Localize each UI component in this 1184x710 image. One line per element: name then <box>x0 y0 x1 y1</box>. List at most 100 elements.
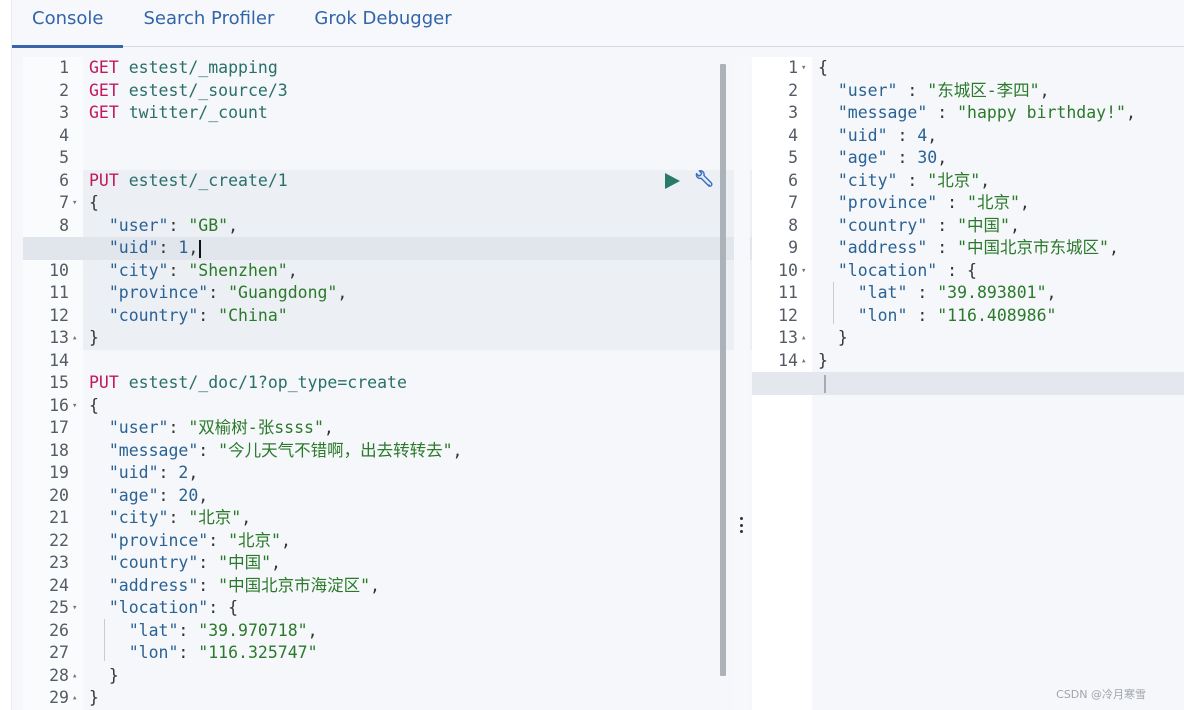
fold-close-icon[interactable]: ▴ <box>801 327 806 350</box>
line-number: 12 <box>778 305 798 325</box>
tab-search-profiler[interactable]: Search Profiler <box>123 0 294 47</box>
token-punc: : <box>897 80 928 100</box>
token-key: "lat" <box>857 283 908 302</box>
code-line <box>812 372 1184 395</box>
code-line: "province": "Guangdong", <box>83 282 732 305</box>
token-key: "province" <box>108 530 209 550</box>
token-punc: , <box>927 125 938 145</box>
token-str: "北京" <box>228 530 281 550</box>
token-str: "中国北京市东城区" <box>957 238 1109 257</box>
token-str: "北京" <box>967 193 1020 212</box>
fold-close-icon[interactable]: ▴ <box>72 327 77 350</box>
token-key: "uid" <box>108 238 159 257</box>
token-punc: , <box>1039 80 1050 100</box>
code-line: "age": 20, <box>83 485 732 508</box>
line-number: 3 <box>788 103 798 122</box>
token-punc <box>89 306 109 325</box>
token-punc: : { <box>208 598 239 617</box>
token-punc <box>89 531 109 550</box>
token-num: 1 <box>178 238 189 257</box>
token-str: "东城区-李四" <box>927 80 1040 100</box>
text-cursor <box>824 374 826 393</box>
code-line: "address" : "中国北京市东城区", <box>812 237 1184 260</box>
token-punc <box>89 486 109 505</box>
token-str: "双榆树-张ssss" <box>188 418 324 437</box>
token-punc: : <box>178 620 199 640</box>
code-line: "lon" : "116.408986" <box>812 305 1184 328</box>
tab-console[interactable]: Console <box>12 0 124 48</box>
token-punc <box>818 283 858 302</box>
line-number: 8 <box>59 215 69 235</box>
line-number: 8 <box>788 215 798 235</box>
code-line: } <box>812 350 1184 373</box>
token-str: "116.325747" <box>198 643 318 662</box>
token-punc: , <box>980 170 991 190</box>
fold-open-icon[interactable]: ▾ <box>72 597 77 620</box>
panel-resizer[interactable] <box>734 57 750 710</box>
token-kw: GET <box>89 58 119 77</box>
token-str: "39.893801" <box>937 283 1047 302</box>
token-punc <box>89 418 109 437</box>
request-code-area[interactable]: GET estest/_mapping GET estest/_source/3 G… <box>23 57 776 710</box>
request-scrollbar[interactable] <box>720 64 726 676</box>
fold-close-icon[interactable]: ▴ <box>72 687 77 710</box>
token-num: 20 <box>178 485 199 505</box>
token-key: "location" <box>108 598 209 617</box>
token-punc <box>818 238 838 257</box>
code-line: } <box>83 687 732 710</box>
token-kw: GET <box>89 103 119 122</box>
code-line: "lat" : "39.893801", <box>812 282 1184 305</box>
tab-grok-debugger[interactable]: Grok Debugger <box>294 0 471 47</box>
code-line: "city" : "北京", <box>812 170 1184 193</box>
code-line: "lon": "116.325747" <box>83 642 732 665</box>
fold-close-icon[interactable]: ▴ <box>72 665 77 688</box>
token-kw: PUT <box>89 373 119 392</box>
token-str: "中国" <box>218 553 272 572</box>
line-number: 1 <box>788 58 798 77</box>
token-punc <box>818 171 838 190</box>
token-punc: : <box>208 530 229 550</box>
token-str: "Shenzhen" <box>188 260 288 280</box>
token-path: twitter/_count <box>118 103 268 122</box>
line-number: 4 <box>788 125 798 145</box>
token-str: "中国北京市海淀区" <box>218 575 371 595</box>
token-str: "GB" <box>188 215 229 235</box>
fold-open-icon[interactable]: ▾ <box>72 192 77 215</box>
code-line: "country": "中国", <box>83 552 732 575</box>
fold-close-icon[interactable]: ▴ <box>801 350 806 373</box>
token-punc: , <box>1108 238 1119 257</box>
token-punc: , <box>937 148 948 167</box>
token-key: "user" <box>837 80 898 100</box>
token-punc: : <box>198 440 219 460</box>
token-punc: , <box>228 215 239 235</box>
fold-open-icon[interactable]: ▾ <box>72 395 77 418</box>
dev-tools-tabs: Console Search Profiler Grok Debugger <box>12 0 1184 48</box>
token-str: "今儿天气不错啊，出去转转去" <box>218 440 453 460</box>
token-num: 4 <box>917 125 928 145</box>
token-punc: : <box>158 463 179 482</box>
token-punc: , <box>280 530 291 550</box>
code-line: PUT estest/_doc/1?op_type=create <box>83 372 732 395</box>
line-number: 10 <box>49 260 69 280</box>
fold-open-icon[interactable]: ▾ <box>801 57 806 80</box>
line-number: 28 <box>49 665 69 685</box>
token-punc: , <box>370 575 380 595</box>
text-cursor <box>199 239 202 258</box>
token-str: "Guangdong" <box>228 283 338 302</box>
token-key: "age" <box>108 485 159 505</box>
left-nav-strip <box>0 0 12 710</box>
token-punc: : <box>198 553 219 572</box>
token-key: "address" <box>837 238 928 257</box>
token-str: "China" <box>218 305 288 325</box>
token-str: "北京" <box>927 170 981 190</box>
token-key: "country" <box>108 553 199 572</box>
token-punc: : <box>907 305 938 325</box>
code-line: PUT estest/_create/1 <box>83 170 732 193</box>
token-punc: : <box>158 238 179 257</box>
code-line: } <box>83 327 732 350</box>
token-punc: { <box>89 193 99 212</box>
fold-open-icon[interactable]: ▾ <box>801 260 806 283</box>
request-editor[interactable]: 1234567▾8910111213▴141516▾17181920212223… <box>23 57 776 710</box>
